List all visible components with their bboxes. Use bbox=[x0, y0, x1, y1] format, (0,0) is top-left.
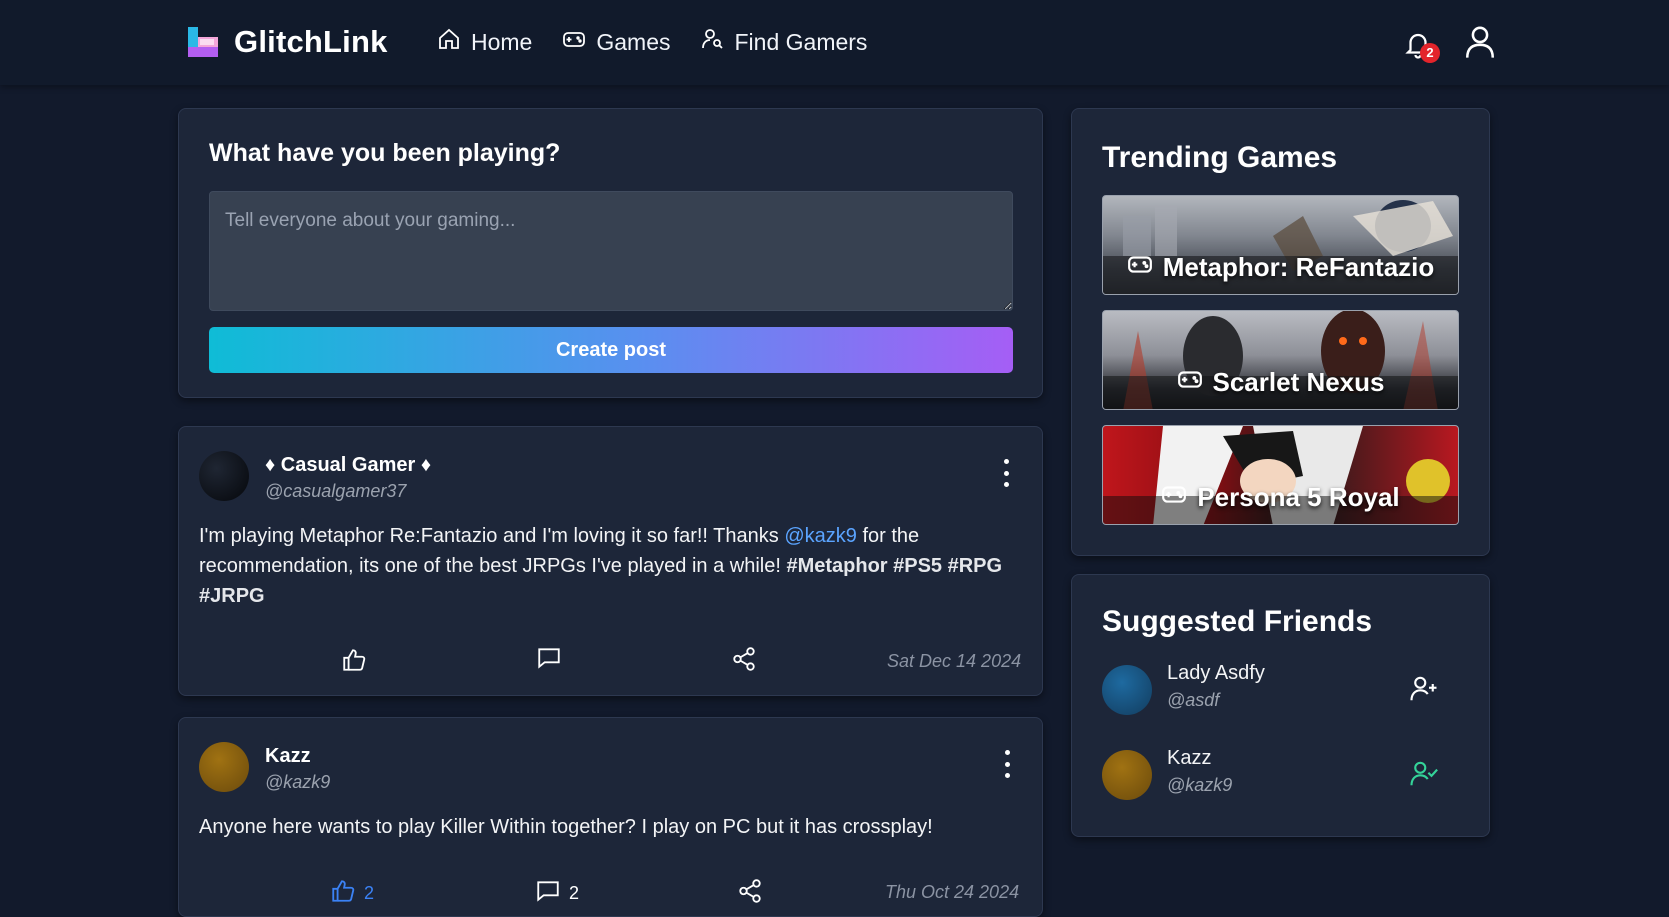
profile-button[interactable] bbox=[1463, 24, 1497, 65]
post-date: Thu Oct 24 2024 bbox=[885, 882, 1020, 902]
create-post-button[interactable]: Create post bbox=[209, 327, 1013, 373]
more-dot bbox=[1004, 773, 1010, 778]
like-button[interactable]: 2 bbox=[330, 878, 374, 909]
more-dot bbox=[1003, 482, 1009, 487]
like-button[interactable] bbox=[341, 647, 367, 678]
gamepad-icon bbox=[1177, 366, 1203, 399]
comment-count: 2 bbox=[569, 883, 580, 903]
post-menu-button[interactable] bbox=[1002, 750, 1012, 778]
friend-handle: @kazk9 bbox=[1167, 775, 1233, 795]
post-text: I'm playing Metaphor Re:Fantazio and I'm… bbox=[199, 525, 785, 547]
friend-name[interactable]: Kazz bbox=[1167, 747, 1211, 770]
more-dot bbox=[1004, 761, 1010, 767]
comment-icon bbox=[535, 878, 561, 909]
comment-icon bbox=[536, 645, 562, 676]
friend-item: Kazz @kazk9 bbox=[1102, 745, 1459, 805]
composer-title: What have you been playing? bbox=[209, 139, 561, 167]
comment-button[interactable]: 2 bbox=[535, 878, 579, 909]
game-name: Metaphor: ReFantazio bbox=[1162, 252, 1435, 282]
nav-games-label: Games bbox=[596, 28, 671, 55]
post-card: ♦ Casual Gamer ♦ @casualgamer37 I'm play… bbox=[178, 426, 1043, 696]
thumbs-up-icon bbox=[341, 647, 367, 678]
post-author-name[interactable]: Kazz bbox=[265, 745, 311, 768]
post-author-handle[interactable]: @casualgamer37 bbox=[265, 481, 406, 502]
gamepad-icon bbox=[1161, 481, 1187, 514]
post-input[interactable] bbox=[209, 191, 1013, 311]
brand-name: GlitchLink bbox=[234, 24, 388, 59]
nav-games[interactable]: Games bbox=[562, 27, 671, 57]
avatar[interactable] bbox=[199, 451, 249, 501]
game-label: Persona 5 Royal bbox=[1103, 481, 1458, 514]
trending-games-panel: Trending Games Metaphor: ReFantazio Scar… bbox=[1071, 108, 1490, 556]
brand[interactable]: GlitchLink bbox=[186, 24, 388, 60]
nav-home-label: Home bbox=[471, 28, 533, 55]
user-check-icon bbox=[1409, 761, 1439, 793]
main-nav: Home Games Find Gamers bbox=[437, 27, 867, 57]
game-label: Scarlet Nexus bbox=[1103, 366, 1458, 399]
avatar[interactable] bbox=[1102, 665, 1152, 715]
top-navbar: GlitchLink Home Games Find Gamers 2 bbox=[0, 0, 1669, 85]
thumbs-up-icon bbox=[330, 878, 356, 909]
home-icon bbox=[437, 27, 461, 57]
user-search-icon bbox=[701, 27, 725, 57]
share-button[interactable] bbox=[737, 878, 763, 909]
add-friend-button[interactable] bbox=[1409, 674, 1439, 704]
more-vertical-icon bbox=[1003, 459, 1009, 464]
suggested-friends-panel: Suggested Friends Lady Asdfy @asdf Kazz … bbox=[1071, 574, 1490, 837]
friend-item: Lady Asdfy @asdf bbox=[1102, 660, 1459, 720]
notification-count-badge: 2 bbox=[1420, 42, 1440, 63]
nav-find-gamers-label: Find Gamers bbox=[734, 28, 868, 55]
user-plus-icon bbox=[1409, 676, 1439, 708]
game-name: Persona 5 Royal bbox=[1197, 482, 1400, 512]
more-vertical-icon bbox=[1004, 750, 1010, 755]
nav-actions: 2 bbox=[1403, 24, 1497, 65]
gamepad-icon bbox=[1127, 251, 1153, 284]
game-name: Scarlet Nexus bbox=[1212, 367, 1385, 397]
post-body: Anyone here wants to play Killer Within … bbox=[199, 816, 933, 838]
post-author-name[interactable]: ♦ Casual Gamer ♦ bbox=[265, 454, 431, 477]
avatar[interactable] bbox=[199, 742, 249, 792]
friend-added-button[interactable] bbox=[1409, 759, 1439, 789]
nav-home[interactable]: Home bbox=[437, 27, 532, 57]
post-card: Kazz @kazk9 Anyone here wants to play Ki… bbox=[178, 717, 1043, 917]
more-dot bbox=[1003, 470, 1009, 476]
avatar[interactable] bbox=[1102, 750, 1152, 800]
post-menu-button[interactable] bbox=[1001, 459, 1011, 487]
post-date: Sat Dec 14 2024 bbox=[887, 651, 1022, 671]
game-tile-metaphor[interactable]: Metaphor: ReFantazio bbox=[1102, 195, 1459, 295]
post-composer: What have you been playing? Create post bbox=[178, 108, 1043, 398]
friend-name[interactable]: Lady Asdfy bbox=[1167, 662, 1265, 685]
mention-link[interactable]: @kazk9 bbox=[784, 525, 857, 547]
like-count: 2 bbox=[364, 883, 375, 903]
game-tile-scarlet-nexus[interactable]: Scarlet Nexus bbox=[1102, 310, 1459, 410]
post-body: I'm playing Metaphor Re:Fantazio and I'm… bbox=[199, 521, 1019, 611]
nav-find-gamers[interactable]: Find Gamers bbox=[701, 27, 868, 57]
comment-button[interactable] bbox=[536, 645, 562, 676]
share-button[interactable] bbox=[731, 646, 757, 677]
trending-title: Trending Games bbox=[1102, 141, 1338, 174]
game-label: Metaphor: ReFantazio bbox=[1103, 251, 1458, 284]
user-icon bbox=[1463, 26, 1497, 64]
share-icon bbox=[737, 878, 763, 909]
friend-handle: @asdf bbox=[1167, 690, 1220, 710]
game-tile-persona-5-royal[interactable]: Persona 5 Royal bbox=[1102, 425, 1459, 525]
share-icon bbox=[731, 646, 757, 677]
glitchlink-logo-icon bbox=[186, 25, 220, 59]
gamepad-icon bbox=[562, 27, 586, 57]
notifications-button[interactable]: 2 bbox=[1403, 26, 1440, 64]
suggested-friends-title: Suggested Friends bbox=[1102, 605, 1373, 638]
post-author-handle[interactable]: @kazk9 bbox=[265, 772, 330, 793]
